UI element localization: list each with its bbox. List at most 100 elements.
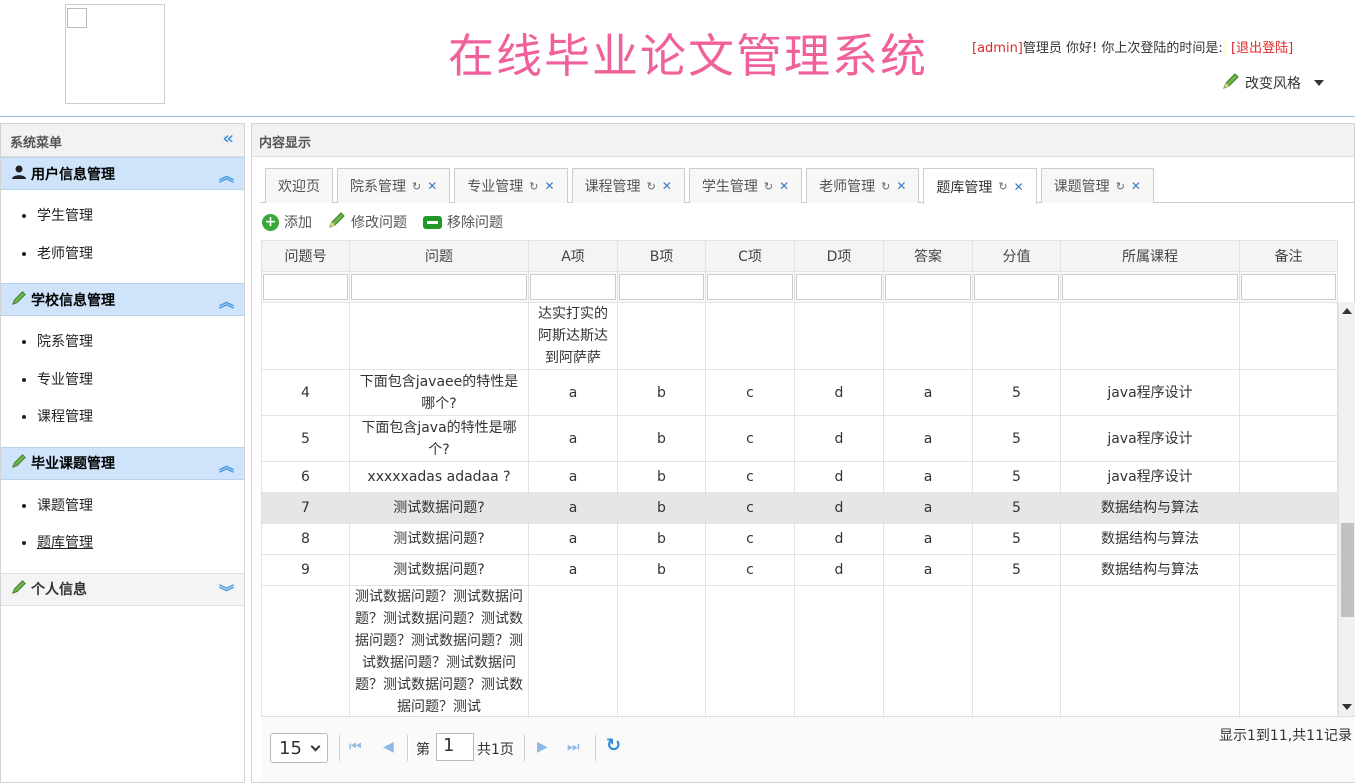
first-page-icon[interactable]: ⏮ <box>349 739 362 755</box>
chevron-up-icon[interactable]: ︽ <box>219 165 234 186</box>
filter-input[interactable] <box>1062 274 1238 300</box>
pencil-icon <box>11 453 27 473</box>
menu-group-thesis[interactable]: 毕业课题管理 ︽ <box>1 446 244 480</box>
last-page-icon[interactable]: ⏭ <box>567 739 580 755</box>
table-cell <box>1239 302 1338 370</box>
refresh-icon[interactable]: ↻ <box>998 180 1007 193</box>
page-size-select[interactable]: 15 <box>270 733 328 763</box>
chevron-down-icon[interactable]: ︾ <box>219 581 234 602</box>
collapse-left-icon[interactable]: « <box>222 130 234 148</box>
refresh-icon[interactable]: ↻ <box>529 180 538 193</box>
table-row[interactable]: 达实打实的阿斯达斯达到阿萨萨 <box>261 302 1338 370</box>
tab-students[interactable]: 学生管理 ↻ ✕ <box>688 168 803 203</box>
tab-courses[interactable]: 课程管理 ↻ ✕ <box>571 168 685 203</box>
next-page-icon[interactable]: ▶ <box>537 739 548 755</box>
filter-input[interactable] <box>263 274 348 300</box>
table-cell: 5 <box>972 523 1061 555</box>
edit-question-button[interactable]: 修改问题 <box>328 211 407 233</box>
menu-group-school-info[interactable]: 学校信息管理 ︽ <box>1 283 244 316</box>
table-cell: b <box>617 369 706 416</box>
tab-welcome[interactable]: 欢迎页 <box>265 168 333 203</box>
column-header[interactable]: 分值 <box>972 240 1061 272</box>
tab-majors[interactable]: 专业管理 ↻ ✕ <box>454 168 568 203</box>
chevron-up-icon[interactable]: ︽ <box>219 455 234 476</box>
filter-input[interactable] <box>796 274 882 300</box>
chevron-up-icon[interactable]: ︽ <box>219 291 234 312</box>
tab-departments[interactable]: 院系管理 ↻ ✕ <box>337 168 451 203</box>
column-header[interactable]: 答案 <box>883 240 973 272</box>
close-icon[interactable]: ✕ <box>1014 180 1024 194</box>
column-header[interactable]: 问题 <box>349 240 529 272</box>
vertical-scrollbar[interactable] <box>1338 302 1355 716</box>
refresh-icon[interactable]: ↻ <box>647 180 656 193</box>
sidebar-item-departments[interactable]: 院系管理 <box>37 324 244 362</box>
sidebar-item-majors[interactable]: 专业管理 <box>37 362 244 400</box>
refresh-icon[interactable]: ↻ <box>1116 180 1125 193</box>
column-header[interactable]: C项 <box>705 240 795 272</box>
table-row[interactable]: 测试数据问题？测试数据问题？测试数据问题？测试数据问题？测试数据问题？测试数据问… <box>261 585 1338 716</box>
filter-input[interactable] <box>885 274 971 300</box>
sidebar-item-teachers[interactable]: 老师管理 <box>37 236 244 274</box>
table-cell: c <box>705 415 795 462</box>
table-cell: c <box>705 461 795 493</box>
column-header[interactable]: D项 <box>794 240 884 272</box>
table-cell <box>794 585 884 716</box>
table-cell: b <box>617 523 706 555</box>
table-cell <box>617 585 706 716</box>
table-row[interactable]: 5 下面包含java的特性是哪个? a b c d a 5 java程序设计 <box>261 415 1338 462</box>
menu-group-user-info[interactable]: 用户信息管理 ︽ <box>1 157 244 190</box>
filter-input[interactable] <box>619 274 704 300</box>
table-row[interactable]: 4 下面包含javaee的特性是哪个? a b c d a 5 java程序设计 <box>261 369 1338 416</box>
tab-topics[interactable]: 课题管理 ↻ ✕ <box>1040 168 1154 203</box>
filter-input[interactable] <box>707 274 793 300</box>
column-header[interactable]: A项 <box>528 240 618 272</box>
page-number-input[interactable]: 1 <box>436 733 474 761</box>
sidebar-item-students[interactable]: 学生管理 <box>37 198 244 236</box>
prev-page-icon[interactable]: ◀ <box>383 739 394 755</box>
remove-question-button[interactable]: 移除问题 <box>423 212 503 232</box>
filter-input[interactable] <box>1241 274 1336 300</box>
scroll-down-icon[interactable] <box>1342 704 1352 710</box>
table-cell: a <box>528 415 618 462</box>
sidebar-item-topics[interactable]: 课题管理 <box>37 488 244 526</box>
column-header[interactable]: B项 <box>617 240 706 272</box>
table-cell <box>1239 461 1338 493</box>
filter-input[interactable] <box>974 274 1059 300</box>
close-icon[interactable]: ✕ <box>779 179 789 193</box>
filter-input[interactable] <box>351 274 527 300</box>
close-icon[interactable]: ✕ <box>896 179 906 193</box>
scroll-up-icon[interactable] <box>1342 308 1352 314</box>
close-icon[interactable]: ✕ <box>427 179 437 193</box>
tab-question-bank[interactable]: 题库管理 ↻ ✕ <box>923 168 1037 204</box>
close-icon[interactable]: ✕ <box>545 179 555 193</box>
scroll-thumb[interactable] <box>1341 523 1354 617</box>
refresh-icon[interactable]: ↻ <box>881 180 890 193</box>
table-row[interactable]: 9 测试数据问题? a b c d a 5 数据结构与算法 <box>261 554 1338 586</box>
sidebar-item-courses[interactable]: 课程管理 <box>37 399 244 437</box>
pencil-icon <box>1222 72 1240 94</box>
add-button[interactable]: + 添加 <box>262 212 312 232</box>
table-cell: 5 <box>972 492 1061 524</box>
chevron-down-icon <box>1314 80 1324 86</box>
logout-link[interactable]: [退出登陆] <box>1231 41 1293 56</box>
column-header[interactable]: 所属课程 <box>1060 240 1240 272</box>
tab-teachers[interactable]: 老师管理 ↻ ✕ <box>806 168 920 203</box>
refresh-icon[interactable]: ↻ <box>412 180 421 193</box>
menu-group-personal[interactable]: 个人信息 ︾ <box>1 572 244 606</box>
sidebar-item-question-bank[interactable]: 题库管理 <box>37 525 244 563</box>
refresh-icon[interactable]: ↻ <box>606 735 621 756</box>
close-icon[interactable]: ✕ <box>1131 179 1141 193</box>
table-row[interactable]: 6 xxxxxadas adadaa ? a b c d a 5 java程序设计 <box>261 461 1338 493</box>
close-icon[interactable]: ✕ <box>662 179 672 193</box>
table-cell: a <box>528 523 618 555</box>
table-cell: 6 <box>261 461 350 493</box>
column-header[interactable]: 备注 <box>1239 240 1338 272</box>
refresh-icon[interactable]: ↻ <box>764 180 773 193</box>
change-style-menu[interactable]: 改变风格 <box>1222 72 1324 94</box>
table-cell: xxxxxadas adadaa ? <box>349 461 529 493</box>
column-header[interactable]: 问题号 <box>261 240 350 272</box>
plus-icon: + <box>262 213 279 231</box>
table-row[interactable]: 7 测试数据问题? a b c d a 5 数据结构与算法 <box>261 492 1338 524</box>
table-row[interactable]: 8 测试数据问题? a b c d a 5 数据结构与算法 <box>261 523 1338 555</box>
filter-input[interactable] <box>530 274 616 300</box>
